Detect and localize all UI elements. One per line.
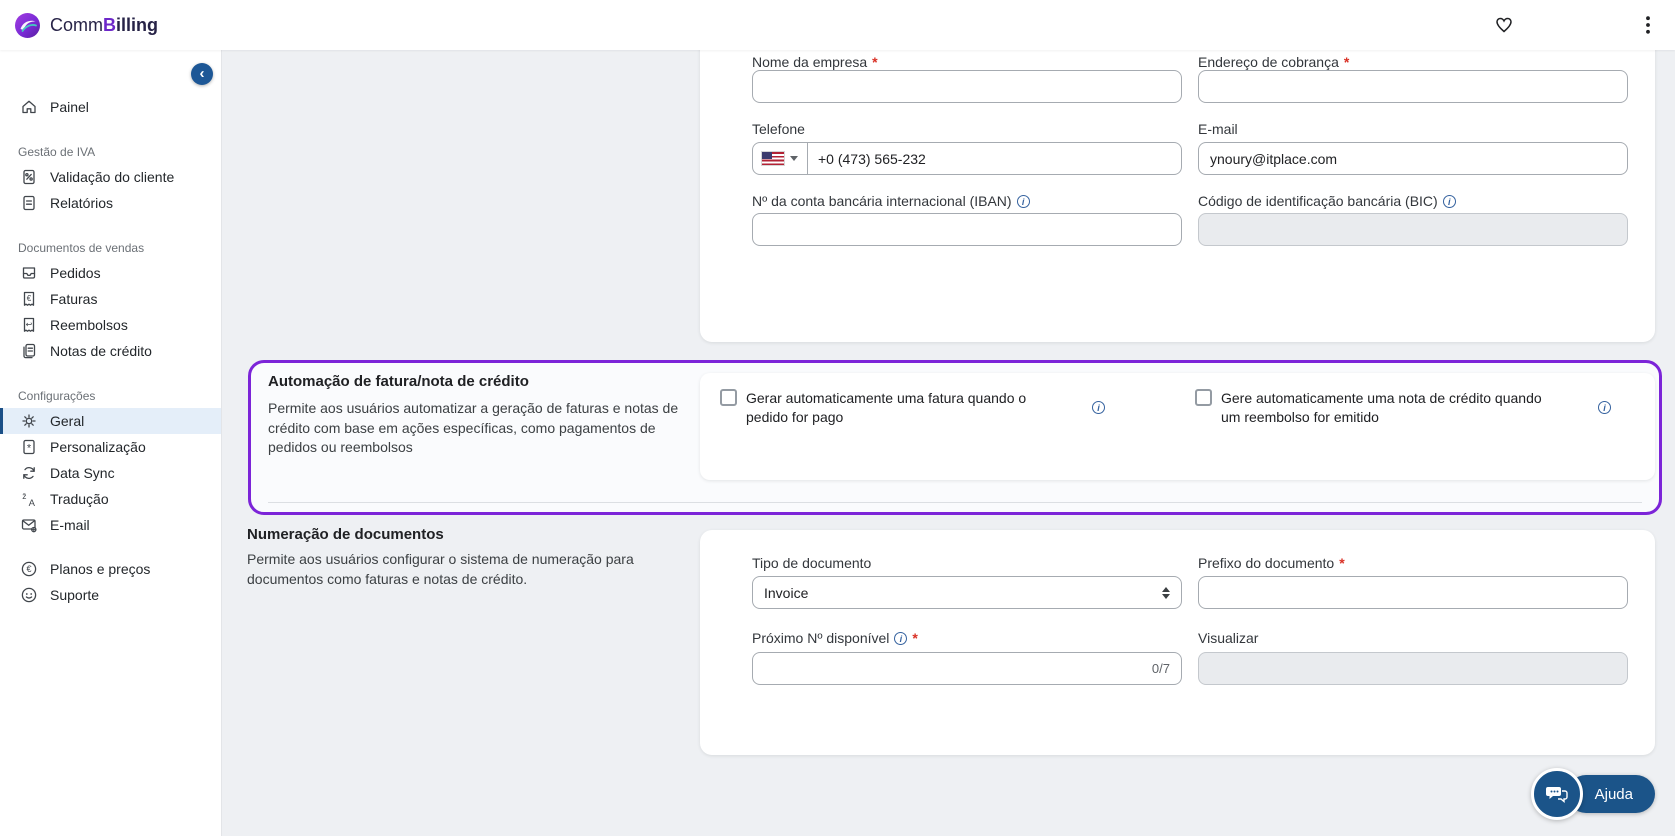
sidebar-section-sales-docs: Documentos de vendas [18, 241, 145, 255]
translate-icon: z̄A [22, 491, 36, 508]
us-flag-icon [762, 152, 784, 165]
document-star-icon: * [23, 439, 35, 455]
help-chat-icon [1530, 768, 1583, 820]
numbering-description: Permite aos usuários configurar o sistem… [247, 551, 634, 587]
sidebar-item-email[interactable]: E-mail [0, 512, 221, 538]
automation-title: Automação de fatura/nota de crédito [268, 373, 529, 390]
auto-credit-note-checkbox[interactable] [1195, 389, 1212, 406]
auto-credit-note-checkbox-row: Gere automaticamente uma nota de crédito… [1195, 389, 1575, 427]
top-header: CommBilling [0, 0, 1675, 50]
invoice-euro-icon: € [23, 291, 35, 306]
main-content: Nome da empresa * Endereço de cobrança * T… [223, 34, 1675, 836]
bic-input-disabled [1198, 213, 1628, 246]
kebab-menu-icon[interactable] [1633, 0, 1663, 50]
company-info-card: Nome da empresa * Endereço de cobrança * T… [700, 34, 1655, 342]
numbering-title: Numeração de documentos [247, 526, 444, 543]
sidebar-item-data-sync[interactable]: Data Sync [0, 460, 221, 486]
refund-receipt-icon: ↩ [23, 317, 35, 332]
sidebar-section-vat: Gestão de IVA [18, 145, 96, 159]
iban-label: Nº da conta bancária internacional (IBAN… [752, 193, 1030, 209]
next-number-label: Próximo Nº disponível* [752, 630, 918, 646]
sidebar-item-customization[interactable]: * Personalização [0, 434, 221, 460]
svg-text:*: * [27, 443, 32, 455]
email-input[interactable]: ynoury@itplace.com [1198, 142, 1628, 175]
company-name-input[interactable] [752, 70, 1182, 103]
doc-type-select[interactable]: Invoice [752, 576, 1182, 609]
sidebar-item-general[interactable]: Geral [0, 408, 221, 434]
envelope-gear-icon [21, 519, 37, 533]
gear-icon [22, 414, 36, 428]
app-window: CommBilling Painel Gestão de IVA Validaç… [0, 0, 1675, 836]
preview-label: Visualizar [1198, 630, 1259, 646]
select-arrows-icon [1162, 586, 1170, 599]
bic-label: Código de identificação bancária (BIC) [1198, 193, 1456, 209]
iban-input[interactable] [752, 213, 1182, 246]
next-number-input[interactable]: 0/7 [752, 652, 1182, 685]
phone-input[interactable]: +0 (473) 565-232 [752, 142, 1182, 175]
credit-note-copy-icon [23, 343, 36, 359]
sidebar-section-settings: Configurações [18, 389, 96, 403]
sidebar: Painel Gestão de IVA Validação do client… [0, 50, 222, 836]
sidebar-item-invoices[interactable]: € Faturas [0, 286, 221, 312]
phone-value: +0 (473) 565-232 [818, 150, 926, 167]
sidebar-item-refunds[interactable]: ↩ Reembolsos [0, 312, 221, 338]
sidebar-item-orders[interactable]: Pedidos [0, 260, 221, 286]
sidebar-item-client-validation[interactable]: Validação do cliente [0, 164, 221, 190]
commbilling-logo-icon [15, 12, 40, 38]
support-chat-icon [21, 587, 37, 603]
svg-text:€: € [26, 564, 31, 574]
info-icon[interactable] [1092, 401, 1105, 414]
auto-credit-note-label: Gere automaticamente uma nota de crédito… [1221, 390, 1542, 425]
help-button[interactable]: Ajuda [1530, 768, 1655, 820]
email-value: ynoury@itplace.com [1210, 150, 1338, 167]
prefix-input[interactable] [1198, 576, 1628, 609]
favorites-heart-icon[interactable] [1489, 0, 1519, 50]
sidebar-item-support[interactable]: Suporte [0, 582, 221, 608]
svg-text:z̄: z̄ [22, 491, 26, 501]
billing-address-label: Endereço de cobrança * [1198, 54, 1350, 70]
email-label: E-mail [1198, 121, 1238, 137]
sidebar-item-credit-notes[interactable]: Notas de crédito [0, 338, 221, 364]
section-divider [268, 502, 1642, 503]
info-icon[interactable] [1598, 401, 1611, 414]
country-flag-selector[interactable] [762, 143, 808, 174]
company-name-label: Nome da empresa * [752, 54, 878, 70]
svg-text:€: € [27, 294, 32, 303]
automation-description: Permite aos usuários automatizar a geraç… [268, 400, 679, 456]
phone-label: Telefone [752, 121, 805, 137]
document-lines-icon [23, 195, 35, 211]
sync-arrows-icon [23, 467, 35, 479]
sidebar-item-reports[interactable]: Relatórios [0, 190, 221, 216]
help-label: Ajuda [1594, 785, 1633, 803]
document-percent-icon [23, 169, 35, 185]
automation-highlight-section: Automação de fatura/nota de crédito Perm… [248, 360, 1662, 515]
billing-address-input[interactable] [1198, 70, 1628, 103]
automation-card: Gerar automaticamente uma fatura quando … [700, 373, 1655, 480]
numbering-card: Tipo de documento Invoice Prefixo do doc… [700, 530, 1655, 755]
info-icon[interactable] [894, 631, 908, 645]
svg-text:↩: ↩ [26, 320, 33, 329]
sidebar-item-translation[interactable]: z̄ A Tradução [0, 486, 221, 512]
inbox-icon [22, 267, 36, 279]
prefix-label: Prefixo do documento * [1198, 555, 1345, 571]
sidebar-item-painel[interactable]: Painel [0, 94, 221, 120]
svg-text:A: A [29, 498, 36, 508]
brand-logo[interactable]: CommBilling [0, 12, 158, 39]
info-icon[interactable] [1442, 194, 1456, 208]
auto-invoice-label: Gerar automaticamente uma fatura quando … [746, 390, 1027, 425]
caret-down-icon [790, 156, 798, 161]
doc-type-label: Tipo de documento [752, 555, 872, 571]
sidebar-item-plans[interactable]: € Planos e preços [0, 556, 221, 582]
auto-invoice-checkbox[interactable] [720, 389, 737, 406]
auto-invoice-checkbox-row: Gerar automaticamente uma fatura quando … [720, 389, 1080, 427]
info-icon[interactable] [1016, 194, 1030, 208]
brand-name: CommBilling [50, 14, 158, 35]
char-counter: 0/7 [1151, 661, 1170, 676]
sidebar-collapse-button[interactable] [191, 63, 213, 85]
euro-circle-icon: € [21, 561, 37, 577]
preview-input-disabled [1198, 652, 1628, 685]
doc-type-value: Invoice [764, 584, 809, 601]
home-icon [22, 100, 36, 114]
